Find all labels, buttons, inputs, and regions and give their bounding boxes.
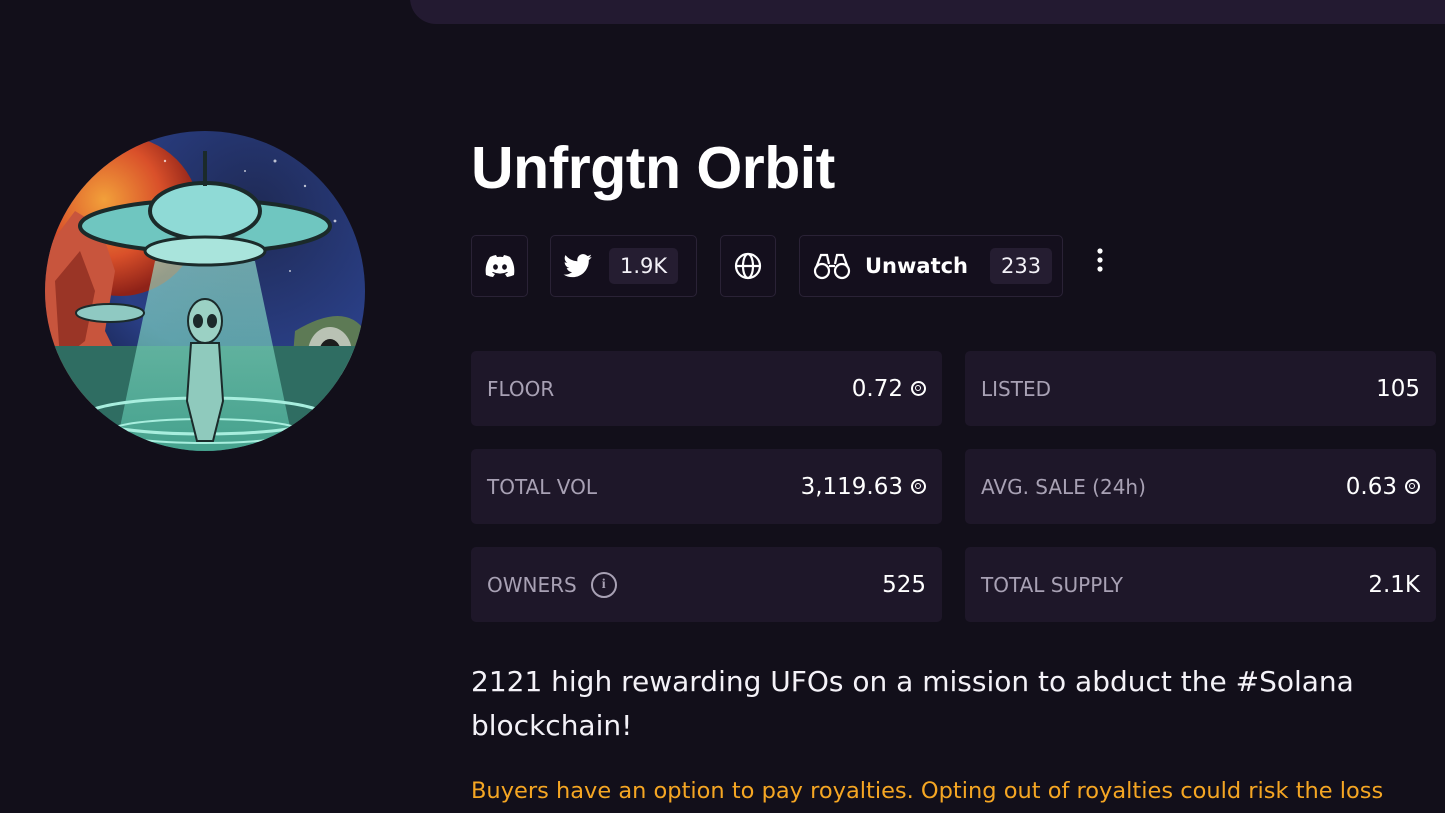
stat-floor: FLOOR 0.72 xyxy=(471,351,942,426)
stat-total-vol-label: TOTAL VOL xyxy=(487,474,598,499)
stat-avg-sale-label: AVG. SALE (24h) xyxy=(981,474,1146,499)
stat-listed: LISTED 105 xyxy=(965,351,1436,426)
more-vertical-icon xyxy=(1096,248,1104,278)
binoculars-icon xyxy=(813,252,851,280)
website-button[interactable] xyxy=(720,235,776,297)
stat-total-vol: TOTAL VOL 3,119.63 xyxy=(471,449,942,524)
stat-owners-value: 525 xyxy=(882,571,926,598)
watchers-count: 233 xyxy=(990,248,1053,284)
globe-icon xyxy=(734,252,762,280)
twitter-followers-count: 1.9K xyxy=(609,248,679,284)
unwatch-label: Unwatch xyxy=(865,254,969,278)
stat-owners-label: OWNERS xyxy=(487,572,577,597)
sol-icon xyxy=(1405,479,1420,494)
sol-icon xyxy=(911,479,926,494)
top-panel-edge xyxy=(410,0,1445,24)
collection-description: 2121 high rewarding UFOs on a mission to… xyxy=(471,665,1354,742)
stat-total-supply-value: 2.1K xyxy=(1368,571,1420,598)
twitter-button[interactable]: 1.9K xyxy=(550,235,697,297)
stat-avg-sale-value: 0.63 xyxy=(1345,473,1397,500)
stat-listed-value: 105 xyxy=(1376,375,1420,402)
twitter-icon xyxy=(563,254,593,278)
stat-avg-sale: AVG. SALE (24h) 0.63 xyxy=(965,449,1436,524)
sol-icon xyxy=(911,381,926,396)
collection-avatar-image xyxy=(45,131,365,451)
stat-owners: OWNERS i 525 xyxy=(471,547,942,622)
stat-total-supply: TOTAL SUPPLY 2.1K xyxy=(965,547,1436,622)
royalty-warning: Buyers have an option to pay royalties. … xyxy=(471,778,1384,804)
stat-floor-label: FLOOR xyxy=(487,376,555,401)
info-icon[interactable]: i xyxy=(590,571,617,598)
stat-total-vol-value: 3,119.63 xyxy=(800,473,903,500)
stat-total-supply-label: TOTAL SUPPLY xyxy=(981,572,1123,597)
discord-icon xyxy=(485,255,515,277)
more-options-button[interactable] xyxy=(1088,248,1112,278)
collection-avatar xyxy=(45,131,365,451)
unwatch-button[interactable]: Unwatch 233 xyxy=(799,235,1063,297)
stat-listed-label: LISTED xyxy=(981,376,1051,401)
stat-floor-value: 0.72 xyxy=(851,375,903,402)
collection-title: Unfrgtn Orbit xyxy=(471,135,835,201)
discord-button[interactable] xyxy=(471,235,528,297)
